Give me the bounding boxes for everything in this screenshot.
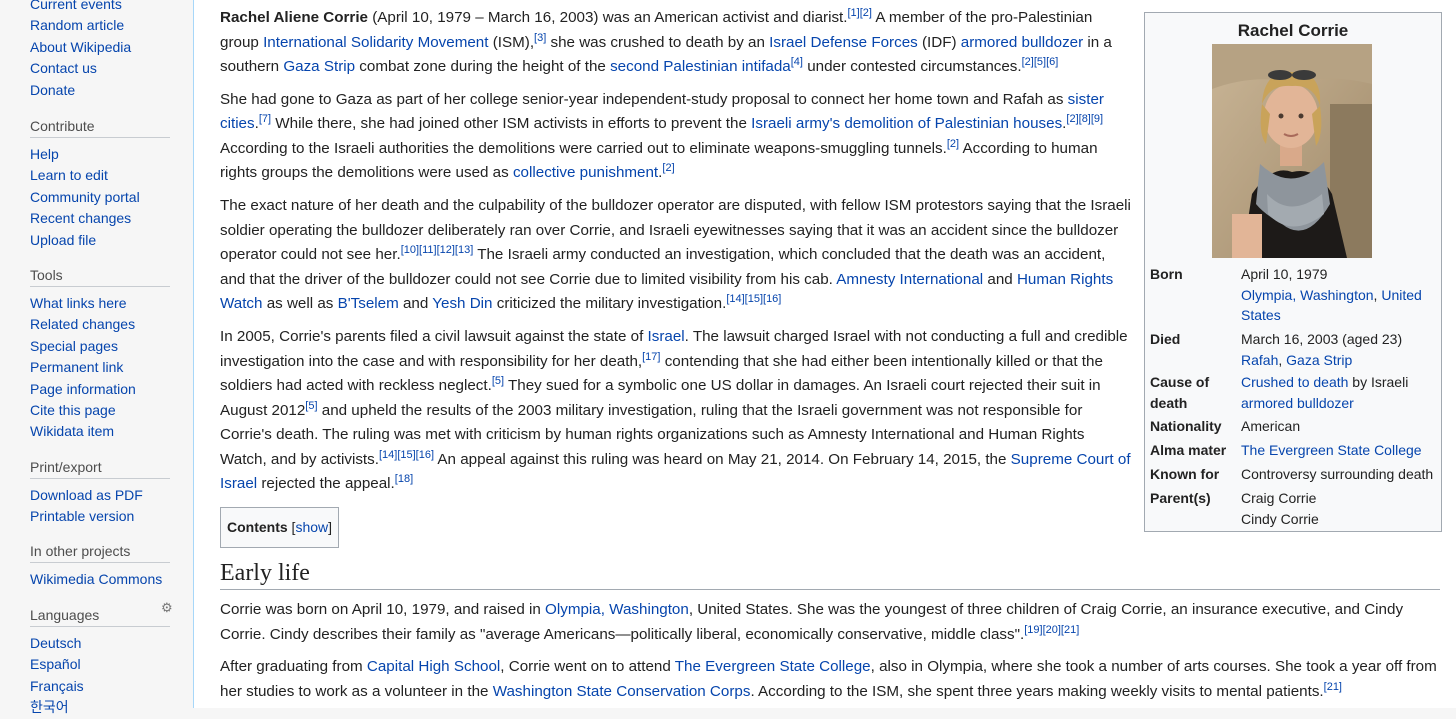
nav-contact[interactable]: Contact us xyxy=(30,58,131,79)
article-content: Rachel Aliene Corrie (April 10, 1979 – M… xyxy=(193,0,1456,708)
portal-heading: Print/export xyxy=(30,459,170,479)
citation[interactable]: [3] xyxy=(534,31,546,43)
link-rafah[interactable]: Rafah xyxy=(1241,352,1278,368)
link-evergreen[interactable]: The Evergreen State College xyxy=(1241,442,1422,458)
nav-permanent-link[interactable]: Permanent link xyxy=(30,357,170,378)
nav-current-events[interactable]: Current events xyxy=(30,0,131,15)
nav-upload-file[interactable]: Upload file xyxy=(30,230,170,251)
nav-printable-version[interactable]: Printable version xyxy=(30,506,170,527)
citation[interactable]: [5] xyxy=(305,400,317,412)
link-gaza-strip[interactable]: Gaza Strip xyxy=(283,58,355,75)
portal-print: Print/export Download as PDF Printable v… xyxy=(30,459,170,528)
table-of-contents: Contents [show] xyxy=(220,507,340,548)
paragraph-early-life: Corrie was born on April 10, 1979, and r… xyxy=(220,601,1404,643)
citation[interactable]: [7] xyxy=(259,113,271,125)
nav-download-pdf[interactable]: Download as PDF xyxy=(30,485,170,506)
link-ism[interactable]: International Solidarity Movement xyxy=(263,34,488,51)
link-collective-punishment[interactable]: collective punishment xyxy=(513,164,658,181)
citation[interactable]: [2][5][6] xyxy=(1022,56,1059,68)
nav-community-portal[interactable]: Community portal xyxy=(30,187,170,208)
citation[interactable]: [18] xyxy=(395,473,413,485)
lang-francais[interactable]: Français xyxy=(30,676,170,697)
portal-tools: Tools What links here Related changes Sp… xyxy=(30,267,170,443)
nav-help[interactable]: Help xyxy=(30,144,170,165)
link-evergreen-college[interactable]: The Evergreen State College xyxy=(675,658,871,675)
toc-show-toggle[interactable]: show xyxy=(295,519,328,535)
citation[interactable]: [4] xyxy=(791,56,803,68)
link-idf[interactable]: Israel Defense Forces xyxy=(769,34,918,51)
paragraph-intro: Rachel Aliene Corrie (April 10, 1979 – M… xyxy=(220,6,1112,75)
citation[interactable]: [2][8][9] xyxy=(1066,113,1103,125)
nav-related-changes[interactable]: Related changes xyxy=(30,314,170,335)
link-olympia-washington[interactable]: Olympia, Washington xyxy=(545,601,689,618)
sidebar: Current events Random article About Wiki… xyxy=(0,0,193,715)
nav-learn-to-edit[interactable]: Learn to edit xyxy=(30,165,170,186)
article-body: Rachel Aliene Corrie (April 10, 1979 – M… xyxy=(220,6,1132,548)
link-yesh-din[interactable]: Yesh Din xyxy=(432,295,492,312)
paragraph-death: The exact nature of her death and the cu… xyxy=(220,197,1131,313)
navigation-menu: Current events Random article About Wiki… xyxy=(30,0,131,101)
link-armored-bulldozer[interactable]: armored bulldozer xyxy=(961,34,1083,51)
portal-heading: Tools xyxy=(30,267,170,287)
citation[interactable]: [17] xyxy=(642,351,660,363)
link-capital-high-school[interactable]: Capital High School xyxy=(367,658,500,675)
nav-what-links-here[interactable]: What links here xyxy=(30,293,170,314)
citation[interactable]: [1][2] xyxy=(848,7,872,19)
portal-contribute: Contribute Help Learn to edit Community … xyxy=(30,118,170,251)
link-intifada[interactable]: second Palestinian intifada xyxy=(610,58,791,75)
citation[interactable]: [19][20][21] xyxy=(1024,623,1079,635)
portal-heading: In other projects xyxy=(30,543,170,563)
nav-special-pages[interactable]: Special pages xyxy=(30,336,170,357)
link-olympia[interactable]: Olympia, Washington xyxy=(1241,287,1374,303)
nav-page-information[interactable]: Page information xyxy=(30,379,170,400)
portrait-image[interactable] xyxy=(1212,44,1372,258)
nav-about[interactable]: About Wikipedia xyxy=(30,37,131,58)
toc-title: Contents xyxy=(227,519,288,536)
nav-random-article[interactable]: Random article xyxy=(30,15,131,36)
citation[interactable]: [5] xyxy=(492,375,504,387)
infobox-title: Rachel Corrie xyxy=(1237,21,1349,40)
link-gaza-strip-infobox[interactable]: Gaza Strip xyxy=(1286,352,1352,368)
portal-heading: Languages xyxy=(30,607,170,627)
citation[interactable]: [2] xyxy=(662,162,674,174)
nav-wikidata-item[interactable]: Wikidata item xyxy=(30,421,170,442)
paragraph-gaza: She had gone to Gaza as part of her coll… xyxy=(220,90,1104,182)
nav-cite-this-page[interactable]: Cite this page xyxy=(30,400,170,421)
link-btselem[interactable]: B'Tselem xyxy=(338,295,399,312)
citation[interactable]: [14][15][16] xyxy=(726,293,781,305)
nav-donate[interactable]: Donate xyxy=(30,80,131,101)
portal-heading: Contribute xyxy=(30,118,170,138)
lang-espanol[interactable]: Español xyxy=(30,654,170,675)
portal-languages: Languages Deutsch Español Français 한국어 xyxy=(30,607,170,719)
link-conservation-corps[interactable]: Washington State Conservation Corps xyxy=(493,683,751,700)
link-armored-bulldozer-infobox[interactable]: armored bulldozer xyxy=(1241,395,1354,411)
paragraph-lawsuit: In 2005, Corrie's parents filed a civil … xyxy=(220,328,1131,493)
gear-icon[interactable]: ⚙ xyxy=(161,600,173,616)
link-amnesty[interactable]: Amnesty International xyxy=(836,271,983,288)
article-subject: Rachel Aliene Corrie xyxy=(220,9,368,26)
lang-deutsch[interactable]: Deutsch xyxy=(30,633,170,654)
nav-wikimedia-commons[interactable]: Wikimedia Commons xyxy=(30,569,170,590)
infobox: Rachel Corrie Born April 10, 1979 Olympi… xyxy=(1144,12,1442,532)
citation[interactable]: [14][15][16] xyxy=(379,449,434,461)
section-early-life: Early life Corrie was born on April 10, … xyxy=(220,560,1440,704)
paragraph-education: After graduating from Capital High Schoo… xyxy=(220,658,1437,700)
nav-recent-changes[interactable]: Recent changes xyxy=(30,208,170,229)
citation[interactable]: [21] xyxy=(1324,680,1342,692)
citation[interactable]: [10][11][12][13] xyxy=(401,244,474,256)
citation[interactable]: [2] xyxy=(947,138,959,150)
link-crushed-to-death[interactable]: Crushed to death xyxy=(1241,374,1348,390)
link-house-demolition[interactable]: Israeli army's demolition of Palestinian… xyxy=(751,115,1062,132)
section-heading: Early life xyxy=(220,560,1440,590)
portal-projects: In other projects Wikimedia Commons xyxy=(30,543,170,590)
link-israel[interactable]: Israel xyxy=(648,328,685,345)
